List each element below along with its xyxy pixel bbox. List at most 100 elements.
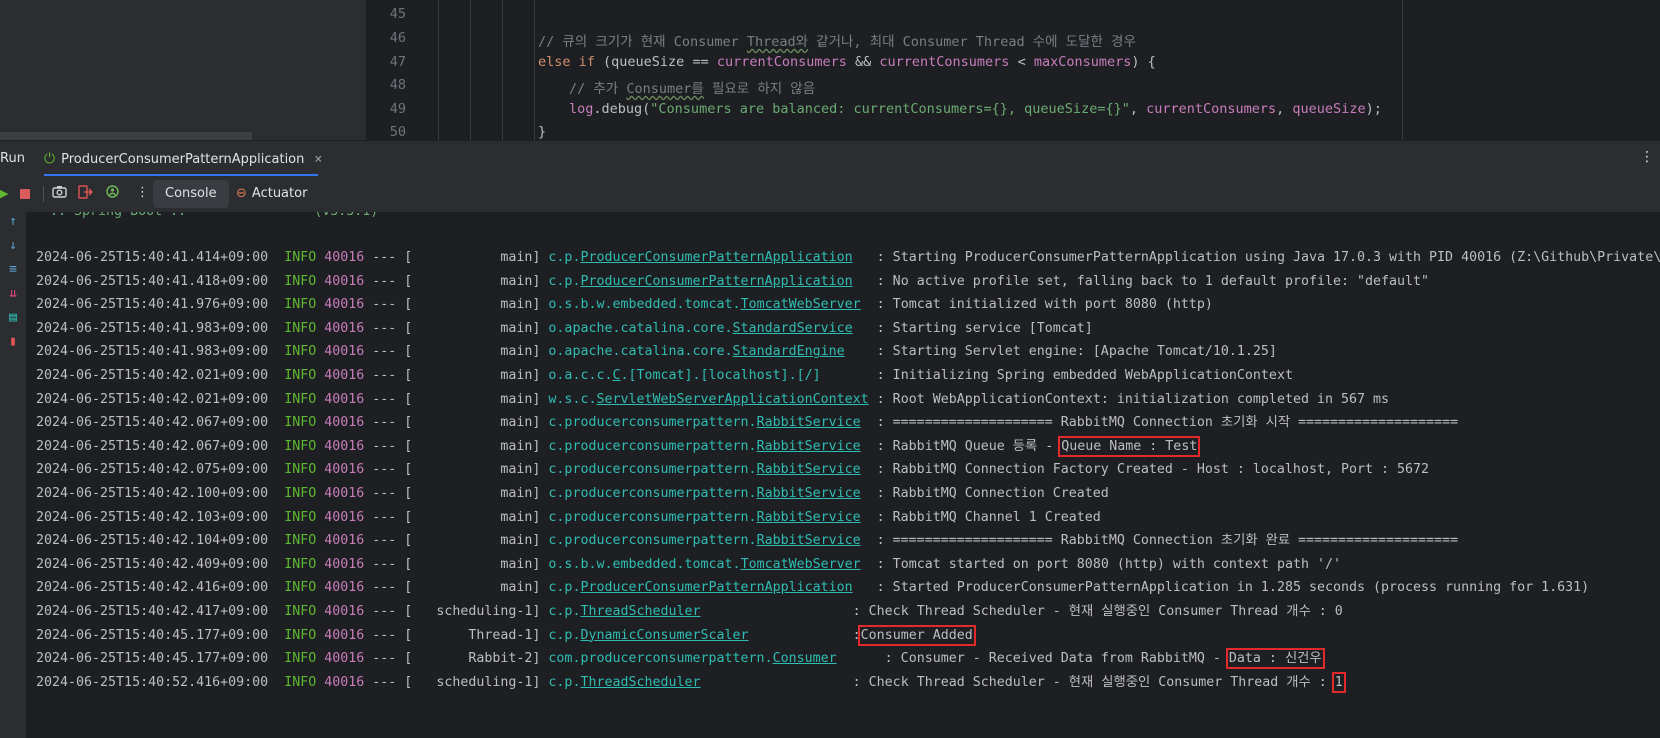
log-row[interactable]: 2024-06-25T15:40:42.103+09:00 INFO 40016… <box>36 508 1101 528</box>
logger-class: RabbitService <box>756 415 861 431</box>
log-separator: --- [ <box>372 391 413 407</box>
print-icon[interactable]: ▤ <box>5 310 21 325</box>
log-level: INFO <box>284 580 317 596</box>
code-token: queueSize <box>1292 101 1366 117</box>
log-row[interactable]: 2024-06-25T15:40:42.021+09:00 INFO 40016… <box>36 366 1293 386</box>
log-row[interactable]: 2024-06-25T15:40:41.983+09:00 INFO 40016… <box>36 342 1277 362</box>
code-line[interactable]: else if (queueSize == currentConsumers &… <box>538 54 1156 70</box>
logger-link[interactable]: o.s.b.w.embedded.tomcat.TomcatWebServer <box>548 557 860 572</box>
logger-link[interactable]: c.producerconsumerpattern.RabbitService <box>548 533 860 548</box>
debug-icon[interactable] <box>106 185 119 201</box>
logger-link[interactable]: c.producerconsumerpattern.RabbitService <box>548 462 860 477</box>
log-timestamp: 2024-06-25T15:40:45.177+09:00 <box>36 627 269 643</box>
log-level: INFO <box>284 297 317 313</box>
log-row[interactable]: 2024-06-25T15:40:41.983+09:00 INFO 40016… <box>36 319 1093 339</box>
logger-link[interactable]: c.producerconsumerpattern.RabbitService <box>548 415 860 430</box>
logger-link[interactable]: o.apache.catalina.core.StandardService <box>548 321 852 336</box>
code-token: && <box>846 54 880 70</box>
logger-link[interactable]: w.s.c.ServletWebServerApplicationContext <box>548 392 868 407</box>
stop-icon[interactable] <box>20 189 30 199</box>
log-row[interactable]: 2024-06-25T15:40:42.021+09:00 INFO 40016… <box>36 390 1389 410</box>
logger-link[interactable]: c.p.ProducerConsumerPatternApplication <box>548 580 852 595</box>
run-icon[interactable]: ▶ <box>0 187 8 200</box>
logger-link[interactable]: o.a.c.c.C.[Tomcat].[localhost].[/] <box>548 368 820 383</box>
log-timestamp: 2024-06-25T15:40:41.983+09:00 <box>36 344 269 360</box>
camera-icon[interactable] <box>52 185 67 202</box>
log-row[interactable]: 2024-06-25T15:40:42.409+09:00 INFO 40016… <box>36 555 1341 575</box>
log-level: INFO <box>284 250 317 265</box>
code-token: currentConsumers <box>879 54 1010 70</box>
code-token: currentConsumers <box>1146 101 1277 117</box>
log-row[interactable]: 2024-06-25T15:40:42.075+09:00 INFO 40016… <box>36 460 1429 480</box>
console-output[interactable]: :: Spring Boot :: (v3.3.1)2024-06-25T15:… <box>26 212 1660 738</box>
log-row[interactable]: 2024-06-25T15:40:52.416+09:00 INFO 40016… <box>36 671 1346 693</box>
code-token: 같거나, 최대 Consumer Thread 수에 도달한 경우 <box>808 34 1136 50</box>
log-row[interactable]: 2024-06-25T15:40:42.104+09:00 INFO 40016… <box>36 531 1458 551</box>
log-timestamp: 2024-06-25T15:40:42.021+09:00 <box>36 391 269 407</box>
log-message: : Initializing Spring embedded WebApplic… <box>876 368 1293 383</box>
logger-link[interactable]: o.apache.catalina.core.StandardEngine <box>548 344 844 359</box>
trash-icon[interactable]: ▮ <box>5 334 21 349</box>
log-message: : ==================== RabbitMQ Connecti… <box>876 415 1459 431</box>
log-thread: main] <box>412 486 541 501</box>
log-row[interactable]: 2024-06-25T15:40:42.417+09:00 INFO 40016… <box>36 602 1343 622</box>
log-message: : Starting ProducerConsumerPatternApplic… <box>876 250 1660 265</box>
arrow-down-icon[interactable]: ↓ <box>5 238 21 253</box>
code-line[interactable]: // 큐의 크기가 현재 Consumer Thread와 같거나, 최대 Co… <box>538 30 1136 50</box>
log-row[interactable]: 2024-06-25T15:40:45.177+09:00 INFO 40016… <box>36 648 1325 670</box>
tab-producer-consumer-app[interactable]: ⏻ ProducerConsumerPatternApplication × <box>44 141 322 177</box>
logger-link[interactable]: c.producerconsumerpattern.RabbitService <box>548 486 860 501</box>
line-number: 50 <box>389 124 406 140</box>
horizontal-scrollbar[interactable] <box>0 132 252 140</box>
log-row[interactable]: 2024-06-25T15:40:42.067+09:00 INFO 40016… <box>36 435 1201 457</box>
more-icon[interactable]: ⋮ <box>136 185 149 200</box>
log-row[interactable]: 2024-06-25T15:40:42.416+09:00 INFO 40016… <box>36 578 1589 598</box>
soft-wrap-icon[interactable]: ≡ <box>5 262 21 277</box>
exit-icon[interactable] <box>78 185 93 203</box>
logger-link[interactable]: c.producerconsumerpattern.RabbitService <box>548 439 860 454</box>
logger-link[interactable]: com.producerconsumerpattern.Consumer <box>548 651 836 666</box>
log-row[interactable]: 2024-06-25T15:40:41.414+09:00 INFO 40016… <box>36 248 1660 268</box>
logger-link[interactable]: c.producerconsumerpattern.RabbitService <box>548 510 860 525</box>
logger-link[interactable]: c.p.ProducerConsumerPatternApplication <box>548 250 852 265</box>
logger-link[interactable]: c.p.ThreadScheduler <box>548 675 700 690</box>
logger-class: RabbitService <box>756 438 861 454</box>
tab-actuator[interactable]: ⊖ Actuator <box>236 180 307 208</box>
code-editor[interactable]: 45 46 47 48 49 50 // 큐의 크기가 현재 Consumer Threa… <box>0 0 1660 140</box>
log-message: : RabbitMQ Channel 1 Created <box>876 509 1101 525</box>
log-row[interactable]: 2024-06-25T15:40:45.177+09:00 INFO 40016… <box>36 624 976 646</box>
log-row[interactable]: 2024-06-25T15:40:41.418+09:00 INFO 40016… <box>36 272 1429 292</box>
log-row[interactable]: 2024-06-25T15:40:41.976+09:00 INFO 40016… <box>36 295 1213 315</box>
log-row[interactable]: 2024-06-25T15:40:42.067+09:00 INFO 40016… <box>36 413 1458 433</box>
log-pid: 40016 <box>324 627 365 643</box>
toolbar-divider <box>43 186 44 202</box>
close-icon[interactable]: × <box>314 152 322 167</box>
code-line[interactable]: log.debug("Consumers are balanced: curre… <box>569 101 1382 117</box>
code-line[interactable]: } <box>538 124 546 140</box>
logger-link[interactable]: c.p.DynamicConsumerScaler <box>548 628 748 643</box>
logger-class: ProducerConsumerPatternApplication <box>580 580 853 596</box>
log-row[interactable]: 2024-06-25T15:40:42.100+09:00 INFO 40016… <box>36 484 1109 504</box>
scroll-to-end-icon[interactable]: ⇊ <box>5 286 21 301</box>
logger-link[interactable]: o.s.b.w.embedded.tomcat.TomcatWebServer <box>548 297 860 312</box>
log-timestamp: 2024-06-25T15:40:42.075+09:00 <box>36 462 269 478</box>
more-options-icon[interactable]: ⋮ <box>1640 149 1654 165</box>
log-separator: --- [ <box>372 604 413 619</box>
arrow-up-icon[interactable]: ↑ <box>5 214 21 229</box>
logger-link[interactable]: c.p.ThreadScheduler <box>548 604 700 619</box>
code-area[interactable]: // 큐의 크기가 현재 Consumer Thread와 같거나, 최대 Co… <box>406 0 1660 140</box>
code-token: else if <box>538 54 595 70</box>
log-thread: main] <box>412 320 541 336</box>
tab-console[interactable]: Console <box>153 180 229 208</box>
logger-class: Consumer <box>772 651 837 667</box>
log-message: : ==================== RabbitMQ Connecti… <box>876 533 1459 549</box>
logger-class: StandardService <box>732 320 853 336</box>
logger-package: o.s.b.w.embedded.tomcat. <box>548 556 741 572</box>
log-separator: --- [ <box>372 344 413 360</box>
log-level: INFO <box>284 486 317 501</box>
logger-link[interactable]: c.p.ProducerConsumerPatternApplication <box>548 274 852 289</box>
code-line[interactable]: // 추가 Consumer를 필요로 하지 않음 <box>569 77 815 97</box>
run-tab-label: ProducerConsumerPatternApplication <box>61 151 305 167</box>
log-level: INFO <box>284 344 317 360</box>
log-level: INFO <box>284 368 317 383</box>
